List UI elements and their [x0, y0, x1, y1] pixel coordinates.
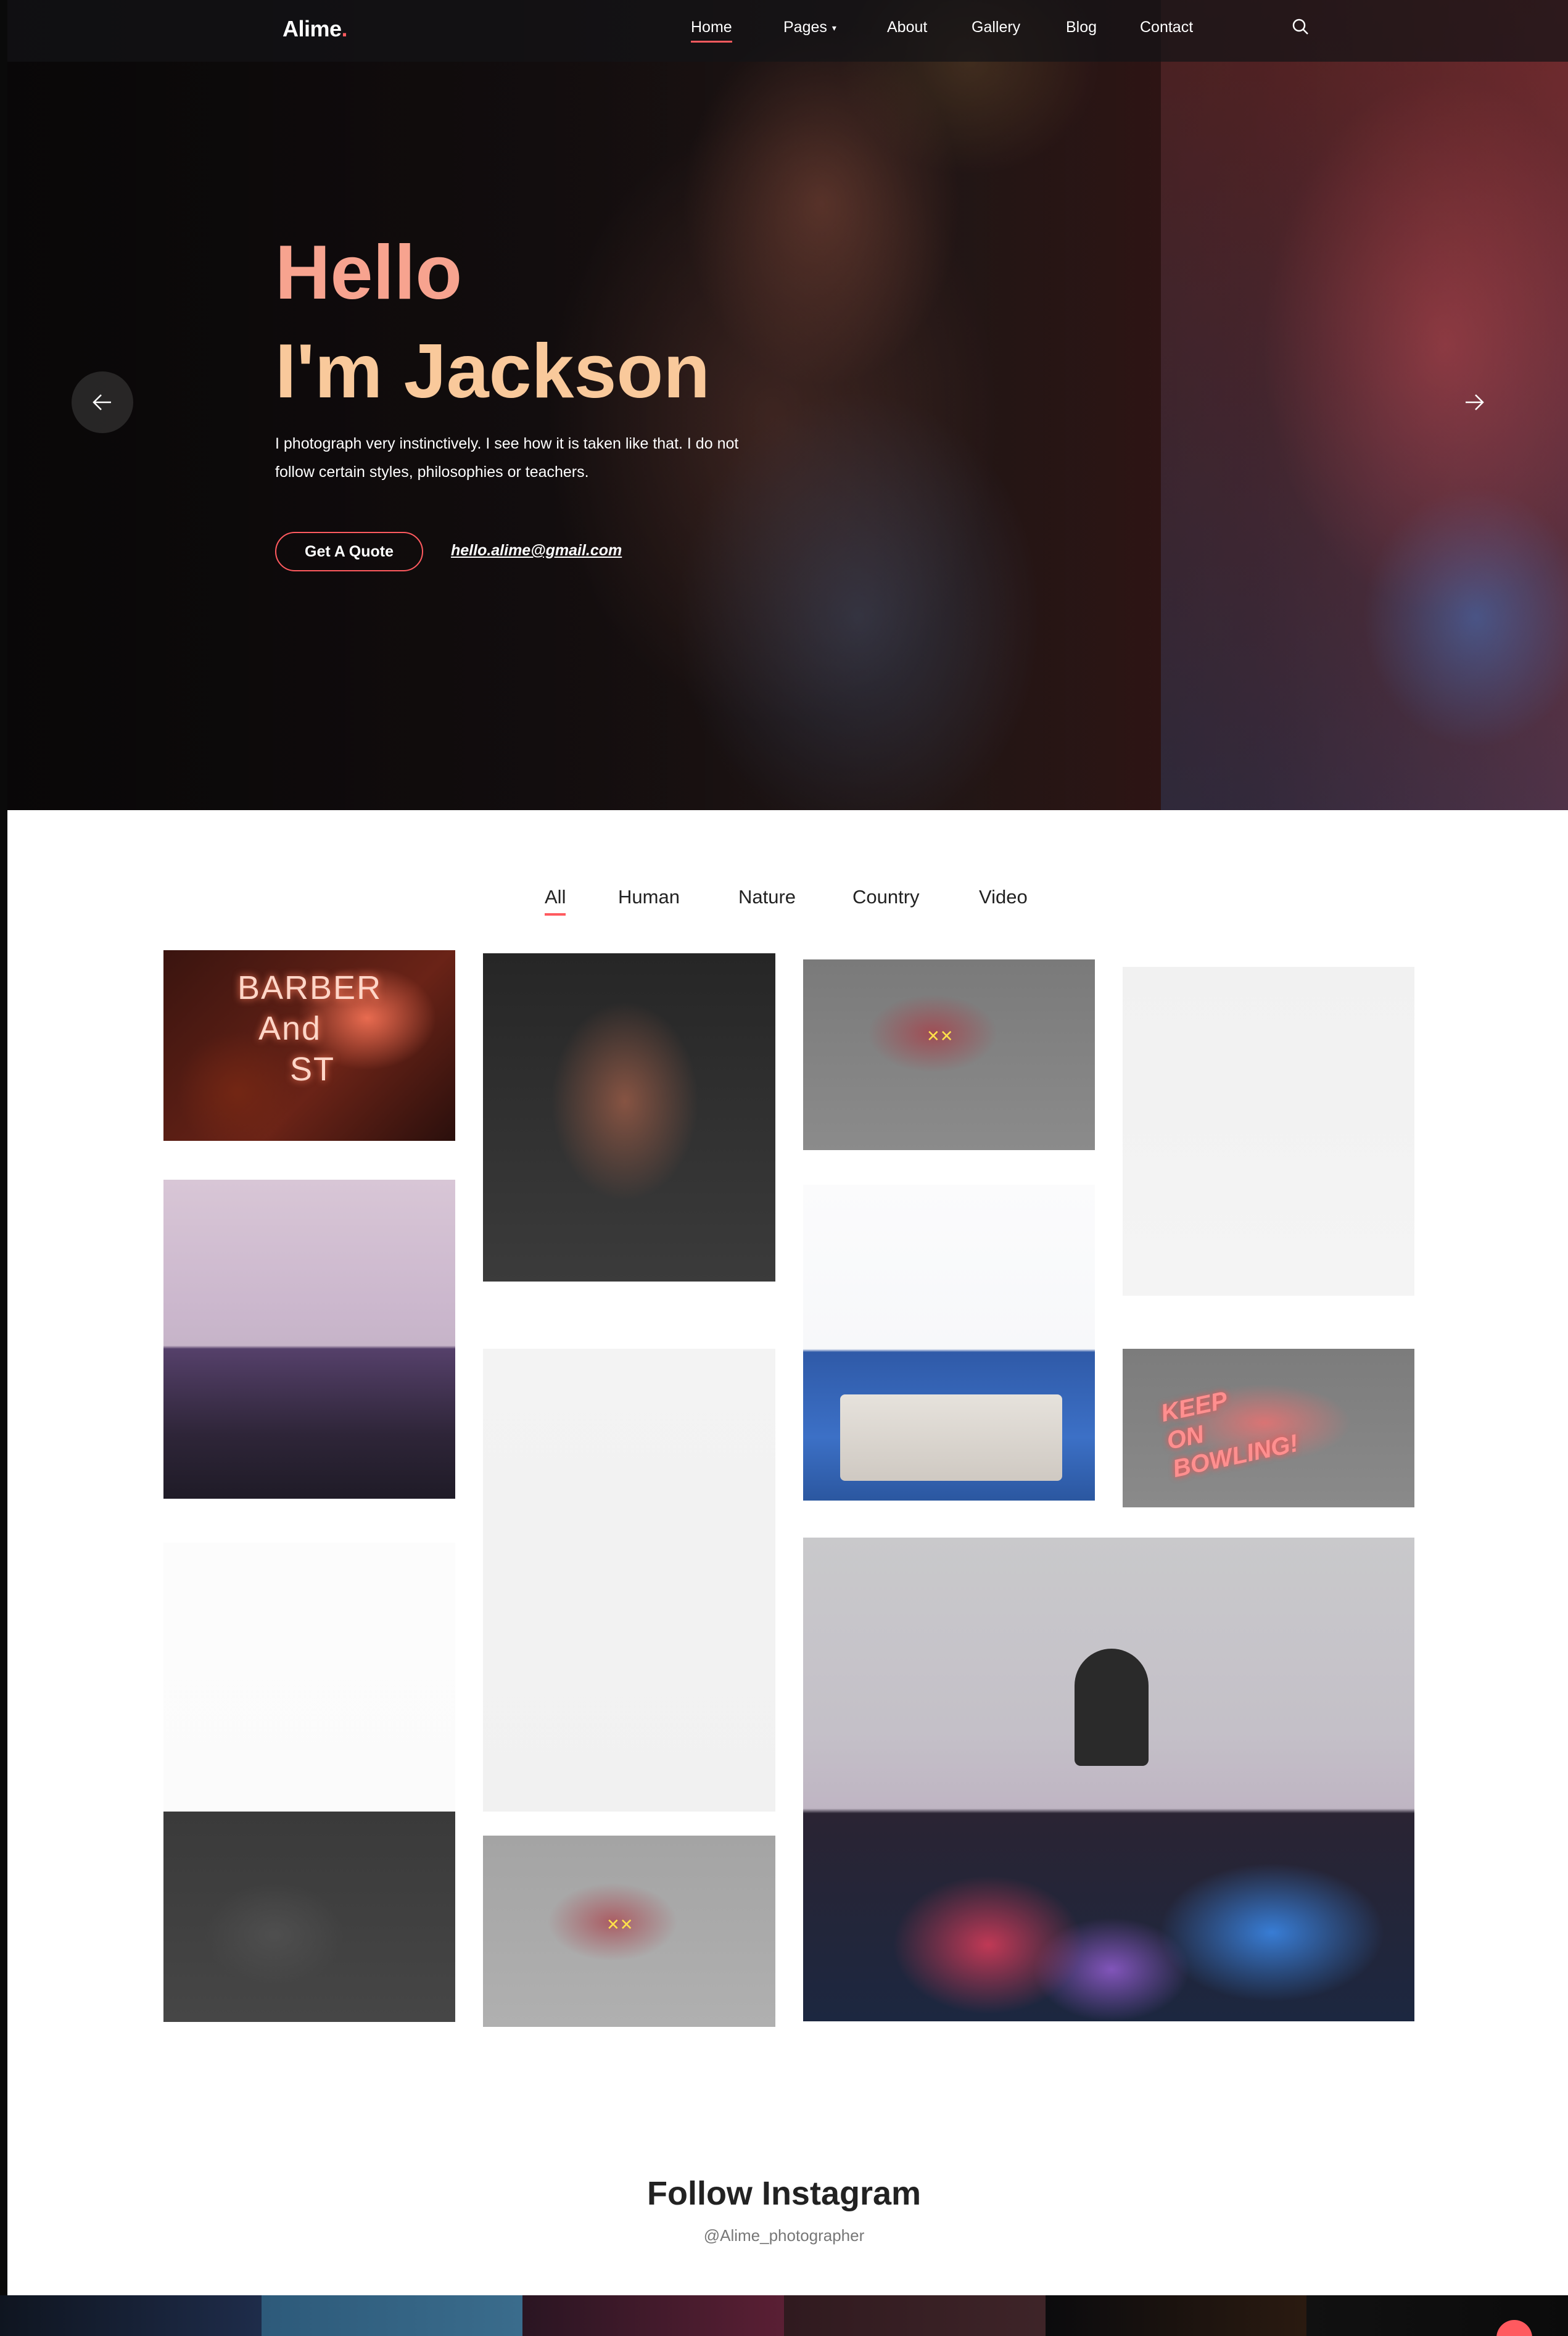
hero-next-button[interactable]: [1443, 371, 1505, 433]
hero-section: [7, 0, 1568, 810]
nav-pages[interactable]: Pages ▾: [783, 19, 836, 36]
arrow-right-icon: [1466, 394, 1484, 410]
hero-email-link[interactable]: hello.alime@gmail.com: [451, 542, 622, 560]
tab-all[interactable]: All: [545, 886, 566, 916]
top-navbar: Alime. Home Pages ▾ About Gallery Blog Co…: [7, 0, 1568, 62]
gallery-item-standing-figure[interactable]: [483, 1349, 775, 1812]
instagram-photo[interactable]: [261, 2295, 523, 2336]
gallery-item-curly-hair[interactable]: [163, 1180, 455, 1499]
left-edge-strip: [0, 0, 7, 2336]
gallery-item-barber[interactable]: BARBER And ST: [163, 950, 455, 1141]
instagram-handle[interactable]: @Alime_photographer: [0, 2226, 1568, 2245]
gallery-item-sneakers[interactable]: [163, 1812, 455, 2022]
gallery-item-bowling[interactable]: KEEP ON BOWLING!: [1123, 1349, 1414, 1507]
nav-contact[interactable]: Contact: [1140, 19, 1193, 36]
nav-pages-label: Pages: [783, 19, 827, 36]
logo-dot: .: [341, 16, 348, 41]
gallery-item-bed[interactable]: [803, 1185, 1095, 1501]
chevron-down-icon: ▾: [831, 22, 836, 33]
tab-nature[interactable]: Nature: [738, 886, 796, 908]
instagram-section-title: Follow Instagram: [646, 2175, 922, 2212]
gallery-item-neon-mask-2[interactable]: ✕✕: [483, 1836, 775, 2027]
mask-eyes-icon: ✕✕: [606, 1916, 633, 1934]
tab-country[interactable]: Country: [852, 886, 920, 908]
hero-description: I photograph very instinctively. I see h…: [275, 435, 739, 481]
nav-gallery[interactable]: Gallery: [972, 19, 1020, 36]
get-a-quote-button[interactable]: Get A Quote: [275, 532, 423, 571]
instagram-feed-strip: [0, 2295, 1568, 2336]
gallery-item-portrait-faded[interactable]: [1123, 967, 1414, 1296]
arrow-left-icon: [93, 394, 111, 410]
nav-home[interactable]: Home: [691, 19, 732, 43]
tab-video[interactable]: Video: [979, 886, 1028, 908]
site-logo[interactable]: Alime.: [283, 16, 348, 42]
nav-blog[interactable]: Blog: [1066, 19, 1097, 36]
instagram-photo[interactable]: [784, 2295, 1046, 2336]
mask-eyes-icon: ✕✕: [926, 1027, 954, 1046]
gallery-item-neon-mask[interactable]: ✕✕: [803, 959, 1095, 1150]
search-icon[interactable]: [1291, 17, 1310, 36]
barber-neon-sign: BARBER And ST: [237, 969, 382, 1088]
hooded-person-shape: [1075, 1649, 1149, 1766]
gallery-item-smoke[interactable]: [803, 1538, 1414, 2021]
hero-overlay: [7, 0, 1568, 810]
tab-human[interactable]: Human: [618, 886, 680, 908]
logo-text: Alime: [283, 16, 342, 41]
instagram-photo[interactable]: [0, 2295, 262, 2336]
instagram-photo[interactable]: [1045, 2295, 1307, 2336]
hero-title-hello: Hello: [275, 230, 463, 315]
bed-shape: [840, 1394, 1062, 1481]
gallery-item-blank[interactable]: [163, 1543, 455, 1812]
gallery-item-painted-face[interactable]: [483, 953, 775, 1282]
instagram-photo[interactable]: [522, 2295, 785, 2336]
nav-about[interactable]: About: [887, 19, 927, 36]
hero-prev-button[interactable]: [72, 371, 133, 433]
hero-title-name: I'm Jackson: [275, 329, 710, 414]
bowling-neon-sign: KEEP ON BOWLING!: [1158, 1386, 1301, 1483]
